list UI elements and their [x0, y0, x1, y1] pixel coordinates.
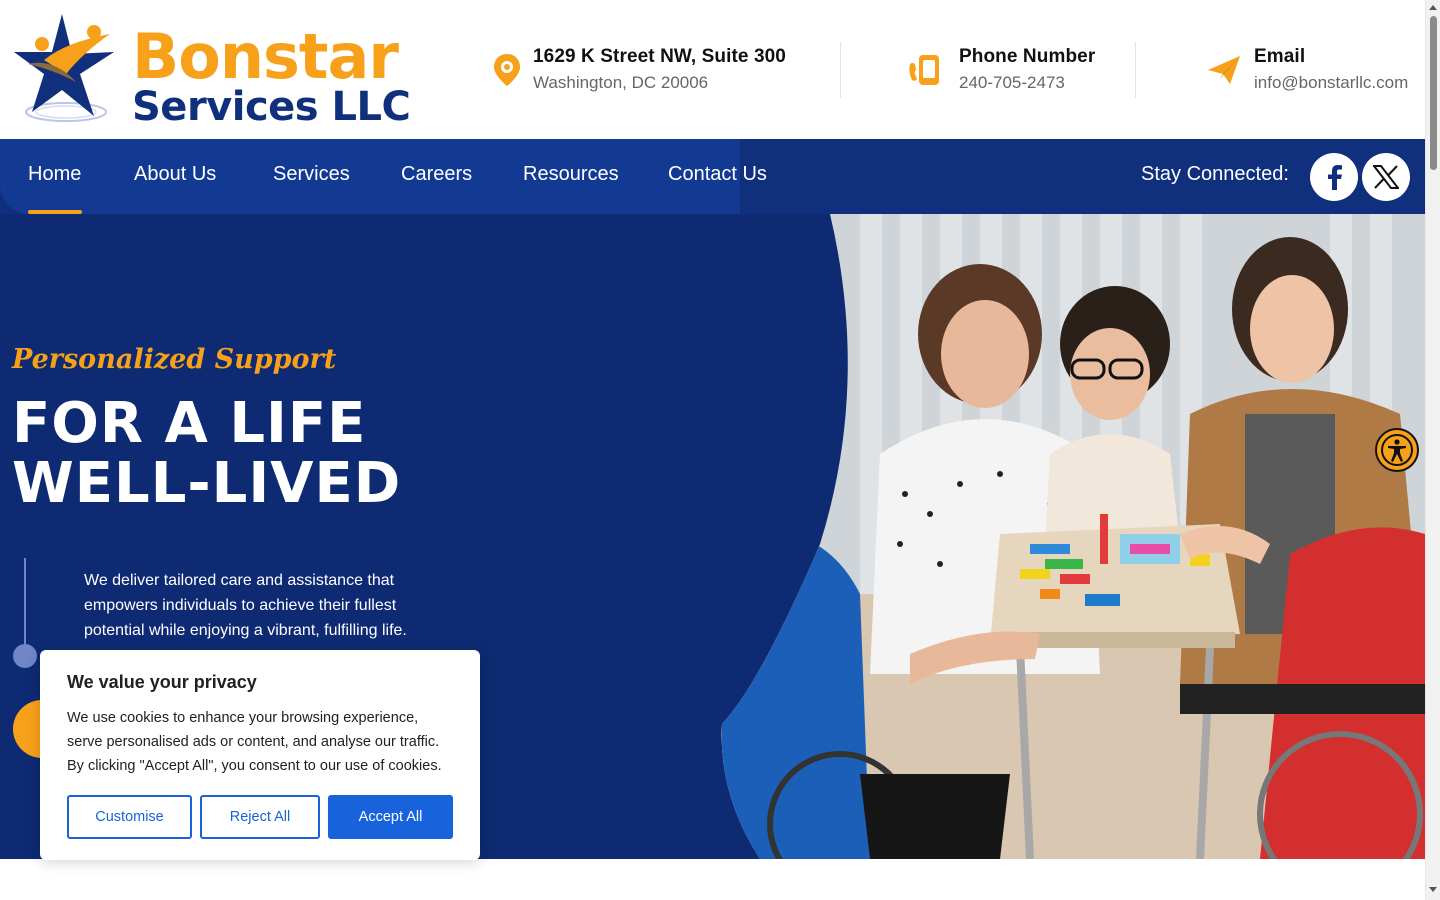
site-logo[interactable]: Bonstar Services LLC	[14, 12, 414, 130]
cookie-consent-dialog: We value your privacy We use cookies to …	[40, 650, 480, 860]
site-header: Bonstar Services LLC 1629 K Street NW, S…	[0, 0, 1425, 139]
accessibility-icon	[1381, 434, 1413, 466]
hero-tagline: Personalized Support	[12, 344, 337, 375]
scroll-down-arrow-icon[interactable]	[1429, 887, 1437, 892]
facebook-link[interactable]	[1310, 153, 1358, 201]
hero-headline-line1: FOR A LIFE	[12, 391, 367, 456]
x-twitter-link[interactable]	[1362, 153, 1410, 201]
decorative-dot	[13, 644, 37, 668]
x-twitter-icon	[1373, 165, 1399, 189]
cookie-title: We value your privacy	[67, 672, 257, 692]
facebook-icon	[1328, 165, 1342, 190]
divider	[840, 42, 841, 98]
phone-number[interactable]: 240-705-2473	[959, 73, 1065, 93]
accessibility-button[interactable]	[1375, 428, 1419, 472]
nav-item-about-us[interactable]: About Us	[134, 163, 216, 186]
page-scrollbar[interactable]	[1425, 0, 1440, 900]
logo-text-services: Services LLC	[132, 84, 411, 130]
phone-icon	[909, 55, 939, 85]
phone-block: Phone Number 240-705-2473	[908, 44, 1118, 100]
location-pin-icon	[494, 54, 520, 86]
decorative-line	[24, 558, 26, 652]
cookie-text: We use cookies to enhance your browsing …	[67, 710, 442, 774]
hero-description: We deliver tailored care and assistance …	[84, 572, 407, 639]
email-block: Email info@bonstarllc.com	[1206, 44, 1416, 100]
scroll-thumb[interactable]	[1430, 16, 1437, 170]
nav-item-contact-us[interactable]: Contact Us	[668, 163, 767, 186]
customise-button[interactable]: Customise	[67, 795, 192, 839]
hero-headline: FOR A LIFE WELL-LIVED	[12, 394, 401, 514]
stay-connected-label: Stay Connected:	[1141, 163, 1289, 185]
nav-item-careers[interactable]: Careers	[401, 163, 472, 186]
address-line: 1629 K Street NW, Suite 300	[533, 46, 786, 67]
reject-all-button[interactable]: Reject All	[200, 795, 320, 839]
logo-text-bonstar: Bonstar	[132, 20, 399, 93]
nav-item-resources[interactable]: Resources	[523, 163, 619, 186]
scroll-up-arrow-icon[interactable]	[1429, 5, 1437, 10]
address-block: 1629 K Street NW, Suite 300 Washington, …	[492, 44, 822, 100]
nav-item-services[interactable]: Services	[273, 163, 350, 186]
email-address[interactable]: info@bonstarllc.com	[1254, 73, 1408, 93]
hero-headline-line2: WELL-LIVED	[12, 451, 402, 516]
accept-all-button[interactable]: Accept All	[328, 795, 453, 839]
email-label: Email	[1254, 46, 1306, 67]
phone-label: Phone Number	[959, 46, 1096, 67]
paper-plane-icon	[1208, 56, 1240, 84]
address-city: Washington, DC 20006	[533, 73, 709, 92]
nav-item-home[interactable]: Home	[28, 163, 81, 186]
divider	[1135, 42, 1136, 98]
star-logo-icon	[14, 14, 114, 122]
